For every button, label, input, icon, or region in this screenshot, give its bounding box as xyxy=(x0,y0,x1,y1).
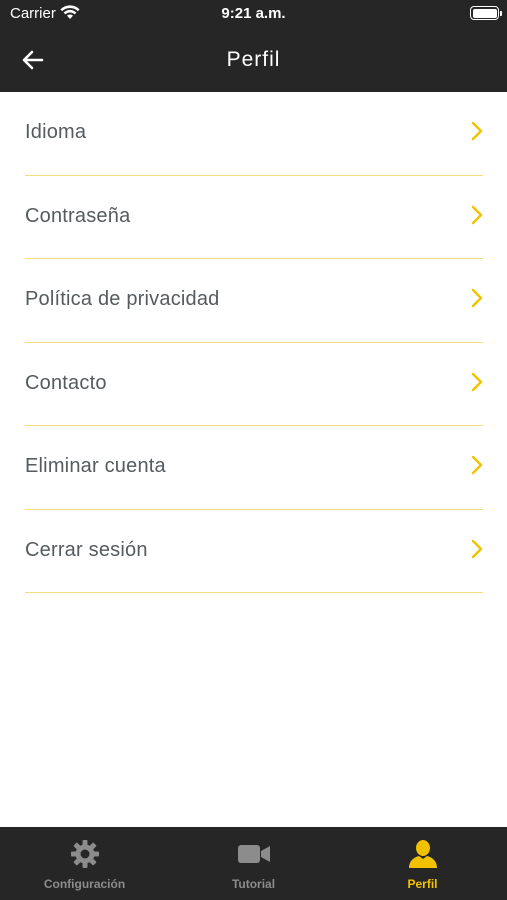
menu-item-label: Contacto xyxy=(25,371,107,394)
menu-item-contrasena[interactable]: Contraseña xyxy=(25,176,483,259)
menu-item-label: Idioma xyxy=(25,121,87,143)
menu-item-label: Contraseña xyxy=(25,204,131,227)
menu-item-eliminar-cuenta[interactable]: Eliminar cuenta xyxy=(25,426,483,510)
menu-item-contacto[interactable]: Contacto xyxy=(25,343,483,426)
chevron-right-icon xyxy=(471,372,483,397)
profile-menu: Idioma Contraseña Política de privacidad… xyxy=(0,92,507,593)
tab-label: Perfil xyxy=(407,877,438,891)
chevron-right-icon xyxy=(471,205,483,230)
tab-label: Configuración xyxy=(43,877,126,891)
chevron-right-icon xyxy=(471,539,483,564)
battery-icon xyxy=(470,6,502,20)
navigation-bar: Perfil xyxy=(0,28,507,92)
chevron-right-icon xyxy=(471,288,483,313)
tab-configuracion[interactable]: Configuración xyxy=(0,827,169,900)
tab-label: Tutorial xyxy=(231,877,276,891)
video-camera-icon xyxy=(169,839,338,869)
chevron-right-icon xyxy=(471,455,483,480)
gear-icon xyxy=(0,839,169,869)
tab-perfil[interactable]: Perfil xyxy=(338,827,507,900)
status-time: 9:21 a.m. xyxy=(221,5,286,22)
menu-item-label: Política de privacidad xyxy=(25,288,220,310)
status-bar: Carrier 9:21 a.m. xyxy=(0,0,507,28)
tab-bar: Configuración Tutorial Perfil xyxy=(0,827,507,900)
menu-item-label: Cerrar sesión xyxy=(25,538,148,561)
chevron-right-icon xyxy=(471,121,483,146)
menu-item-cerrar-sesion[interactable]: Cerrar sesión xyxy=(25,510,483,593)
tab-tutorial[interactable]: Tutorial xyxy=(169,827,338,900)
page-title: Perfil xyxy=(226,48,281,71)
top-bar: Carrier 9:21 a.m. Perfil xyxy=(0,0,507,92)
menu-item-politica-privacidad[interactable]: Política de privacidad xyxy=(25,259,483,343)
menu-item-label: Eliminar cuenta xyxy=(25,455,166,477)
menu-item-idioma[interactable]: Idioma xyxy=(25,92,483,176)
person-icon xyxy=(338,839,507,869)
